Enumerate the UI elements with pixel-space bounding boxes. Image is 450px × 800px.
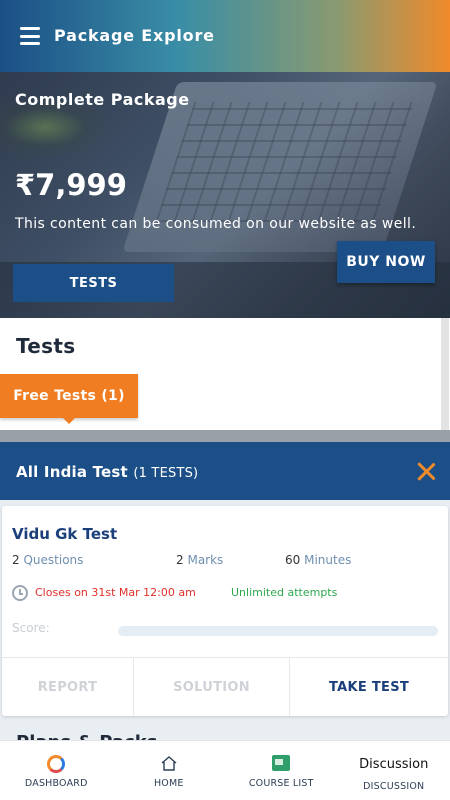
nav-dashboard-label: DASHBOARD: [24, 778, 88, 789]
badge-pointer: [62, 417, 76, 424]
clock-icon: [12, 585, 28, 601]
nav-course-list[interactable]: COURSE LIST: [225, 741, 338, 800]
package-note: This content can be consumed on our webs…: [15, 216, 417, 232]
card-actions: REPORT SOLUTION TAKE TEST: [2, 657, 448, 716]
nav-home-label: HOME: [153, 778, 184, 789]
score-progress-bar: [118, 626, 438, 636]
scrollbar[interactable]: [441, 318, 449, 440]
hero-keyboard-image: [155, 102, 415, 222]
buy-now-button[interactable]: BUY NOW: [337, 241, 435, 283]
score-label: Score:: [12, 621, 50, 635]
nav-home[interactable]: HOME: [113, 741, 226, 800]
bottom-nav: DASHBOARD HOME COURSE LIST Discussion DI…: [0, 740, 450, 800]
solution-button[interactable]: SOLUTION: [134, 658, 290, 716]
close-icon[interactable]: [416, 461, 436, 481]
page-title: Package Explore: [54, 26, 215, 45]
home-icon: [161, 756, 177, 771]
section-title: Tests: [16, 334, 76, 358]
take-test-button[interactable]: TAKE TEST: [290, 658, 448, 716]
questions-value: 2: [12, 553, 20, 567]
dashboard-icon: [47, 755, 66, 773]
modal-title-text: All India Test: [16, 463, 128, 481]
minutes-value: 60: [285, 553, 301, 567]
test-title: Vidu Gk Test: [12, 525, 118, 543]
package-price: ₹7,999: [15, 168, 127, 202]
report-button[interactable]: REPORT: [2, 658, 134, 716]
minutes-meta: 60 Minutes: [285, 553, 351, 567]
minutes-unit: Minutes: [304, 553, 352, 567]
marks-meta: 2 Marks: [176, 553, 223, 567]
app-bar: Package Explore: [0, 0, 450, 72]
modal-test-count: (1 TESTS): [133, 466, 199, 481]
nav-dashboard[interactable]: DASHBOARD: [0, 741, 113, 800]
package-title: Complete Package: [15, 90, 190, 109]
hamburger-menu-icon[interactable]: [20, 27, 40, 45]
marks-value: 2: [176, 553, 184, 567]
free-tests-badge[interactable]: Free Tests (1): [0, 374, 138, 418]
modal-title: All India Test (1 TESTS): [16, 463, 198, 481]
attempts-info: Unlimited attempts: [231, 586, 338, 599]
modal-backdrop[interactable]: [0, 430, 450, 442]
nav-course-list-label: COURSE LIST: [248, 778, 314, 789]
questions-meta: 2 Questions: [12, 553, 83, 567]
closing-date: Closes on 31st Mar 12:00 am: [35, 586, 196, 599]
tab-tests[interactable]: TESTS: [13, 264, 174, 302]
modal-header: All India Test (1 TESTS): [0, 442, 450, 500]
course-list-icon: [272, 755, 291, 771]
questions-unit: Questions: [23, 553, 84, 567]
nav-discussion-label: DISCUSSION: [363, 781, 425, 792]
test-card: Vidu Gk Test 2 Questions 2 Marks 60 Minu…: [2, 506, 448, 716]
nav-discussion-title: Discussion: [359, 757, 429, 772]
marks-unit: Marks: [187, 553, 224, 567]
package-hero: Complete Package ₹7,999 This content can…: [0, 72, 450, 318]
nav-discussion[interactable]: Discussion DISCUSSION: [338, 741, 450, 800]
